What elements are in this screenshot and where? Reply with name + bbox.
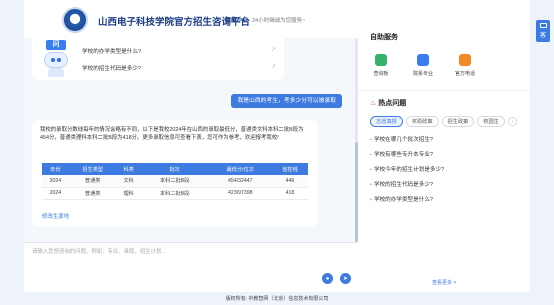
suggested-question[interactable]: 学校的办学类型是什么? bbox=[82, 47, 141, 55]
chat-icon bbox=[375, 54, 387, 66]
send-icon[interactable]: ➤ bbox=[340, 273, 351, 284]
school-logo bbox=[62, 7, 88, 33]
table-cell: 理科 bbox=[116, 187, 141, 200]
phone-icon bbox=[459, 54, 471, 66]
admission-table: 年份 招生类型 科类 批次 最低分/位次 省控线 2024 普通类 文科 本科二… bbox=[42, 163, 308, 200]
service-phone[interactable]: 官方电话 bbox=[450, 54, 480, 77]
divider bbox=[358, 90, 530, 91]
hot-question[interactable]: • 学校的办学类型是什么? bbox=[370, 195, 433, 203]
tab-policy[interactable]: 招生政策 bbox=[441, 116, 475, 127]
service-departments[interactable]: 院系专业 bbox=[408, 54, 438, 77]
service-label: 院系专业 bbox=[412, 71, 433, 77]
chat-bubble-icon[interactable]: ● bbox=[322, 273, 333, 284]
tab-scholarship[interactable]: 奖助政策 bbox=[405, 116, 439, 127]
hot-tabs: 志愿填报 奖助政策 招生政策 校园生 › bbox=[370, 116, 517, 127]
table-cell: 文科 bbox=[116, 175, 141, 188]
service-label: 查询板 bbox=[373, 71, 389, 77]
column-header: 年份 bbox=[42, 163, 69, 175]
hot-title-label: 热点问题 bbox=[378, 100, 407, 107]
brand-tag: 智能小E bbox=[225, 18, 248, 24]
service-query-board[interactable]: 查询板 bbox=[366, 54, 396, 77]
flame-icon: ♨ bbox=[370, 100, 377, 107]
robot-sign: 问 bbox=[46, 40, 66, 50]
hot-question[interactable]: • 学校在哪几个批次招生? bbox=[370, 135, 433, 143]
side-service-button[interactable]: 客 bbox=[536, 20, 550, 42]
answer-text: 我校的录取分数线每年的情况会略有不同，以下是我校2024年在山西的录取最低分，普… bbox=[40, 127, 304, 142]
input-area: ● ➤ bbox=[24, 242, 358, 292]
suggested-question[interactable]: 学校的招生代码是多少? bbox=[82, 64, 141, 72]
table-cell: 2024 bbox=[42, 175, 69, 188]
services-title: 自助服务 bbox=[370, 34, 398, 41]
table-row: 2024 普通类 文科 本科二批B段 454/32447 446 bbox=[42, 175, 308, 188]
tab-volunteer[interactable]: 志愿填报 bbox=[370, 116, 403, 127]
tab-campus[interactable]: 校园生 bbox=[477, 116, 505, 127]
table-cell: 418 bbox=[271, 187, 308, 200]
chevron-right-icon[interactable]: › bbox=[507, 117, 517, 126]
view-more-link[interactable]: 查看更多 > bbox=[432, 279, 456, 286]
column-header: 招生类型 bbox=[68, 163, 117, 175]
table-cell: 本科二批B段 bbox=[140, 187, 209, 200]
arrow-icon: ↗ bbox=[270, 64, 276, 70]
hot-question[interactable]: • 学校有哪些专升本专业? bbox=[370, 150, 433, 158]
table-cell: 普通类 bbox=[68, 175, 117, 188]
column-header: 科类 bbox=[116, 163, 141, 175]
table-cell: 423/97398 bbox=[208, 187, 272, 200]
table-cell: 446 bbox=[271, 175, 308, 188]
footer: 版权所有: 中教智网（北京）信息技术有限公司 bbox=[225, 296, 329, 302]
building-icon bbox=[417, 54, 429, 66]
right-panel: 自助服务 查询板 院系专业 官方电话 ♨ 热点问题 志愿填报 奖助政策 招生政策… bbox=[358, 20, 530, 292]
table-cell: 普通类 bbox=[68, 187, 117, 200]
message-icon bbox=[539, 23, 547, 28]
arrow-icon: ↗ bbox=[270, 47, 276, 53]
service-label: 官方电话 bbox=[454, 71, 475, 77]
question-input[interactable] bbox=[32, 247, 282, 257]
user-message: 我是山西的考生，考多少分可以被录取 bbox=[231, 94, 342, 108]
column-header: 最低分/位次 bbox=[208, 163, 272, 175]
column-header: 省控线 bbox=[271, 163, 308, 175]
slogan: 24小时竭诚为您服务~ bbox=[252, 18, 306, 24]
robot-avatar-icon: 问 bbox=[44, 38, 70, 78]
hot-questions-title: ♨ 热点问题 bbox=[370, 98, 406, 108]
table-cell: 2024 bbox=[42, 187, 69, 200]
hot-question[interactable]: • 学校今年的招生计划是多少? bbox=[370, 165, 444, 173]
side-service-label: 客 bbox=[539, 33, 546, 39]
table-cell: 本科二批B段 bbox=[140, 175, 209, 188]
column-header: 批次 bbox=[140, 163, 209, 175]
hot-question[interactable]: • 学校的招生代码是多少? bbox=[370, 180, 433, 188]
edit-origin-link[interactable]: 修改生源地 bbox=[42, 212, 69, 220]
table-cell: 454/32447 bbox=[208, 175, 272, 188]
bot-answer: 我校的录取分数线每年的情况会略有不同，以下是我校2024年在山西的录取最低分，普… bbox=[32, 120, 318, 226]
table-row: 2024 普通类 理科 本科二批B段 423/97398 418 bbox=[42, 187, 308, 200]
table-header-row: 年份 招生类型 科类 批次 最低分/位次 省控线 bbox=[42, 163, 308, 175]
bot-suggestion-card: 问 学校的办学类型是什么? ↗ 学校的招生代码是多少? ↗ bbox=[32, 38, 284, 80]
